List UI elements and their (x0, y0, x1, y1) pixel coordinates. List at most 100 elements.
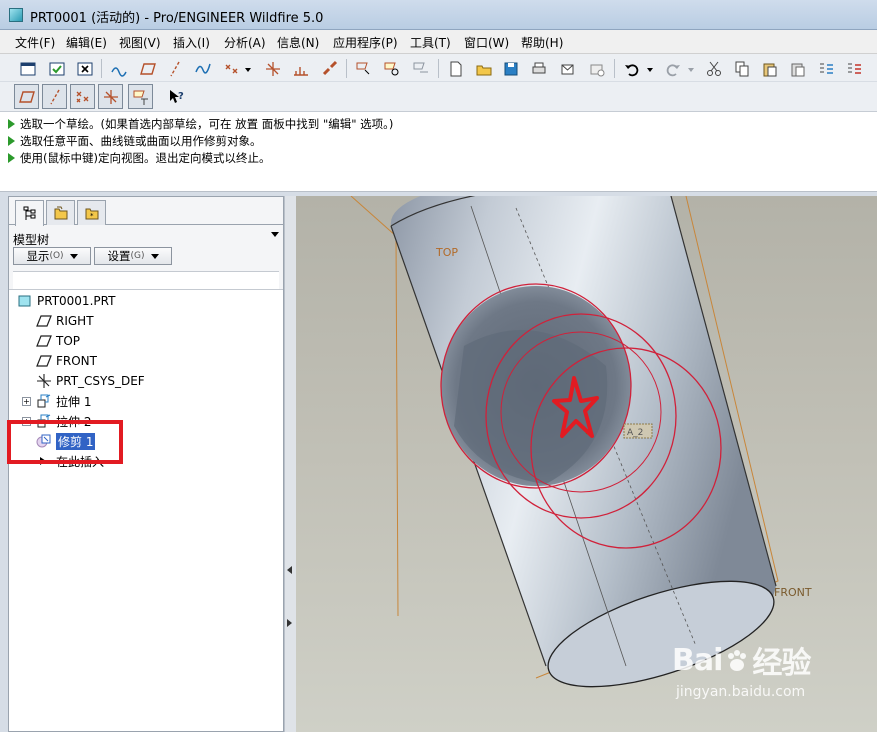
menu-window[interactable]: 窗口(W) (464, 34, 509, 51)
datum-plane-icon (36, 333, 52, 349)
message-line: 选取一个草绘。(如果首选内部草绘，可在 放置 面板中找到 "编辑" 选项。) (8, 116, 393, 132)
expand-right-icon[interactable] (287, 619, 292, 627)
navigator-tabs: * (9, 197, 283, 226)
axis-display-toggle-icon[interactable] (42, 84, 67, 109)
copy-icon[interactable] (731, 58, 752, 79)
point-display-icon[interactable] (410, 58, 431, 79)
menu-view[interactable]: 视图(V) (119, 34, 161, 51)
datum-axis-tool-icon[interactable] (164, 58, 185, 79)
tab-favorites[interactable]: * (77, 200, 106, 225)
datum-plane-icon (36, 313, 52, 329)
tree-item-right[interactable]: RIGHT (36, 312, 94, 330)
send-link-icon[interactable] (586, 58, 607, 79)
activate-icon[interactable] (46, 58, 67, 79)
tab-model-tree[interactable] (15, 200, 44, 226)
message-area: 选取一个草绘。(如果首选内部草绘，可在 放置 面板中找到 "编辑" 选项。) 选… (0, 112, 877, 192)
datum-plane-tool-icon[interactable] (137, 58, 158, 79)
tree-filter (13, 271, 279, 289)
csys-icon (36, 373, 52, 389)
paste-special-icon[interactable] (787, 58, 808, 79)
menu-tools[interactable]: 工具(T) (410, 34, 451, 51)
panel-splitter[interactable] (284, 196, 296, 732)
chevron-down-icon (69, 253, 78, 259)
plane-display-toggle-icon[interactable] (14, 84, 39, 109)
chain-tool-icon[interactable] (319, 58, 340, 79)
menu-info[interactable]: 信息(N) (277, 34, 319, 51)
close-window-icon[interactable] (74, 58, 95, 79)
csys-display-toggle-icon[interactable] (98, 84, 123, 109)
collapse-left-icon[interactable] (287, 566, 292, 574)
settings-button[interactable]: 设置 (G) (94, 247, 172, 265)
menu-insert[interactable]: 插入(I) (173, 34, 210, 51)
show-button[interactable]: 显示 (O) (13, 247, 91, 265)
undo-icon[interactable] (621, 58, 642, 79)
redo-dropdown-icon[interactable] (684, 58, 698, 79)
open-folder-icon[interactable] (473, 58, 494, 79)
message-arrow-icon (8, 119, 15, 129)
title-bar: PRT0001 (活动的) - Pro/ENGINEER Wildfire 5.… (0, 0, 877, 30)
context-help-icon[interactable]: ? (165, 86, 186, 107)
point-dropdown-icon[interactable] (241, 58, 255, 79)
point-display-toggle-icon[interactable] (70, 84, 95, 109)
window-icon[interactable] (17, 58, 38, 79)
paste-icon[interactable] (759, 58, 780, 79)
tab-folder-browser[interactable] (46, 200, 75, 225)
new-file-icon[interactable] (445, 58, 466, 79)
datum-display-icon[interactable] (353, 58, 374, 79)
model-tree: PRT0001.PRT RIGHT TOP FRONT PRT_CSYS_DEF… (9, 289, 283, 731)
folder-browser-icon (54, 206, 67, 220)
tree-item-part[interactable]: PRT0001.PRT (17, 292, 115, 310)
chevron-down-icon (150, 253, 159, 259)
model-tree-icon (23, 206, 35, 220)
display-toolbar: ? (0, 82, 877, 112)
menu-file[interactable]: 文件(F) (15, 34, 55, 51)
baidu-watermark: Bai 经验 jingyan.baidu.com (672, 638, 811, 701)
menu-analysis[interactable]: 分析(A) (224, 34, 266, 51)
menu-applications[interactable]: 应用程序(P) (333, 34, 398, 51)
highlight-annotation (7, 420, 123, 464)
datum-label-top: TOP (435, 246, 458, 259)
menu-edit[interactable]: 编辑(E) (66, 34, 107, 51)
sketch-icon[interactable] (108, 58, 129, 79)
undo-dropdown-icon[interactable] (643, 58, 657, 79)
app-icon (9, 8, 23, 22)
axis-display-icon[interactable] (381, 58, 402, 79)
menu-help[interactable]: 帮助(H) (521, 34, 563, 51)
regen-manager-icon[interactable] (843, 58, 864, 79)
message-arrow-icon (8, 136, 15, 146)
email-icon[interactable] (557, 58, 578, 79)
datum-label-front: FRONT (774, 586, 812, 599)
regenerate-icon[interactable] (815, 58, 836, 79)
svg-text:*: * (90, 212, 94, 220)
datum-plane-icon (36, 353, 52, 369)
redo-icon[interactable] (662, 58, 683, 79)
panel-menu-icon[interactable] (271, 232, 279, 237)
paw-icon (724, 647, 750, 673)
tree-item-extrude-1[interactable]: 拉伸 1 (36, 392, 91, 410)
print-icon[interactable] (528, 58, 549, 79)
svg-text:?: ? (178, 91, 184, 102)
expand-extrude-1-icon[interactable]: + (22, 397, 31, 406)
csys-label: A_2 (627, 428, 643, 438)
main-toolbar (0, 54, 877, 82)
tree-item-csys[interactable]: PRT_CSYS_DEF (36, 372, 145, 390)
tree-item-front[interactable]: FRONT (36, 352, 97, 370)
part-icon (17, 293, 33, 309)
save-icon[interactable] (500, 58, 521, 79)
annotation-display-toggle-icon[interactable] (128, 84, 153, 109)
window-title: PRT0001 (活动的) - Pro/ENGINEER Wildfire 5.… (30, 11, 324, 26)
message-arrow-icon (8, 153, 15, 163)
datum-point-tool-icon[interactable] (221, 58, 242, 79)
csys-tool-icon[interactable] (262, 58, 283, 79)
navigator-panel: * 模型树 显示 (O) 设置 (G) PRT0001.PRT RIGHT TOP … (8, 196, 284, 732)
datum-curve-tool-icon[interactable] (192, 58, 213, 79)
tree-item-top[interactable]: TOP (36, 332, 80, 350)
menu-bar: 文件(F) 编辑(E) 视图(V) 插入(I) 分析(A) 信息(N) 应用程序… (0, 30, 877, 54)
cut-icon[interactable] (703, 58, 724, 79)
watermark-logo: Bai 经验 (672, 642, 811, 682)
analysis-tool-icon[interactable] (290, 58, 311, 79)
extrude-icon (36, 393, 52, 409)
message-line: 使用(鼠标中键)定向视图。退出定向模式以终止。 (8, 150, 270, 166)
favorites-icon: * (85, 208, 98, 220)
model-tree-title: 模型树 (13, 233, 50, 247)
